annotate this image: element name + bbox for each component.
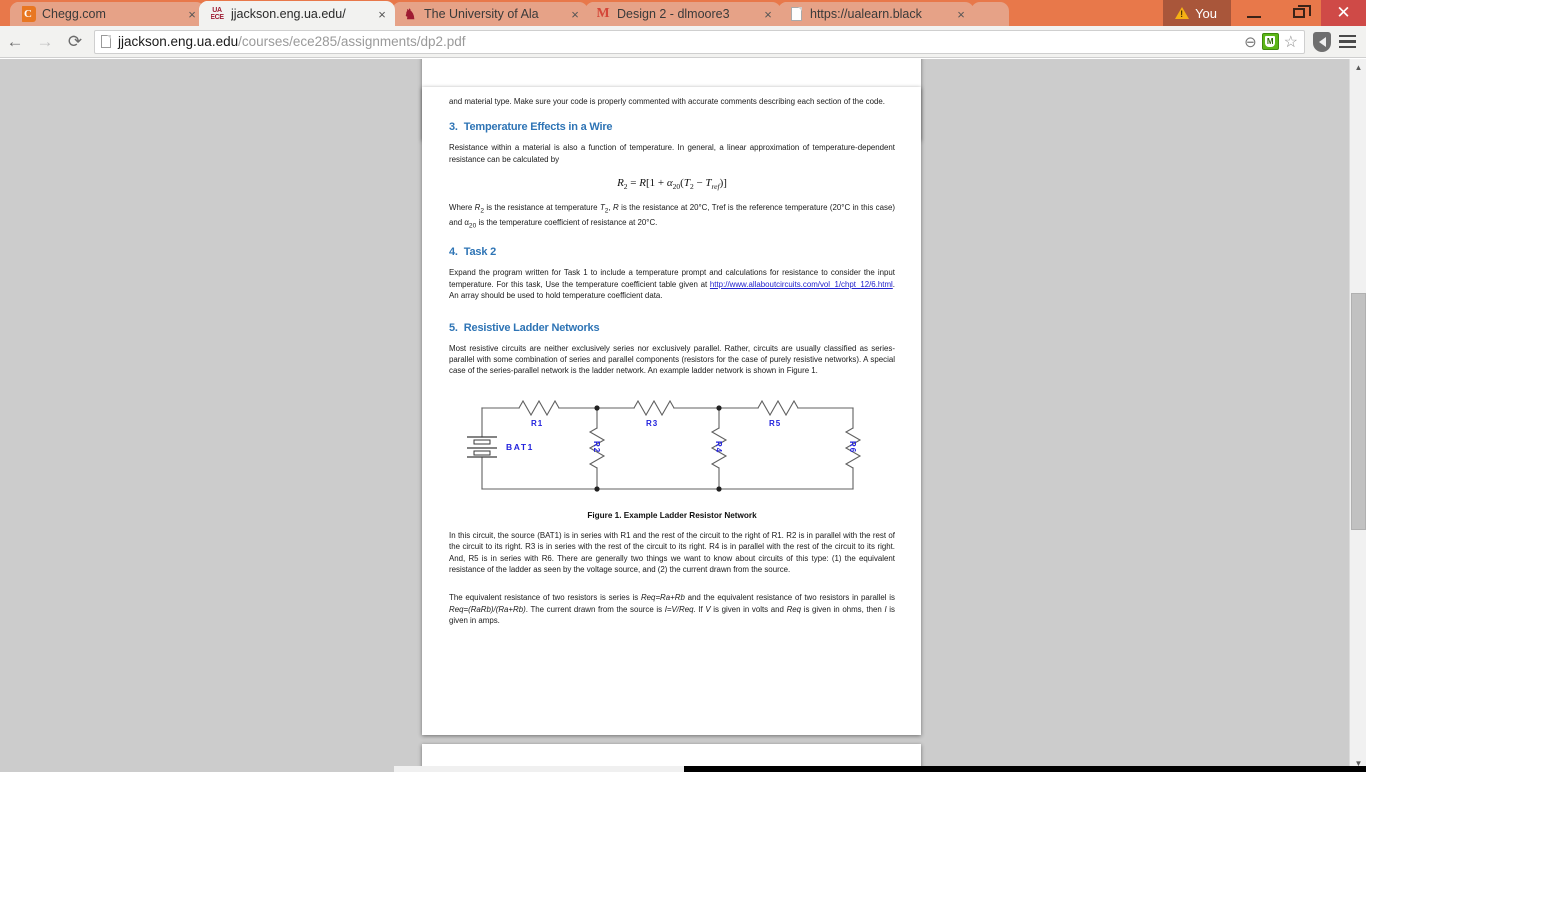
tab-title: https://ualearn.black	[810, 7, 922, 21]
section-5-body: Most resistive circuits are neither excl…	[449, 343, 895, 376]
eq-text-a: The equivalent resistance of two resisto…	[449, 593, 641, 603]
browser-tab-design2[interactable]: M Design 2 - dlmoore3 ×	[585, 2, 781, 26]
allaboutcircuits-link[interactable]: http://www.allaboutcircuits.com/vol_1/ch…	[710, 280, 893, 289]
section-4-body: Expand the program written for Task 1 to…	[449, 267, 895, 301]
eq-formula-1: Req=Ra+Rb	[640, 593, 685, 603]
section-title: Temperature Effects in a Wire	[463, 121, 613, 134]
eq-formula-3: I=V/Req	[664, 604, 694, 614]
user-profile-label: You	[1195, 5, 1217, 21]
address-bar[interactable]: jjackson.eng.ua.edu/courses/ece285/assig…	[94, 29, 1305, 54]
menu-icon[interactable]	[1339, 34, 1356, 49]
tab-title: Design 2 - dlmoore3	[617, 7, 730, 21]
section-heading-4: 4. Task 2	[449, 246, 895, 258]
chegg-logo-icon: C	[20, 6, 36, 22]
bookmark-star-icon[interactable]: ☆	[1284, 32, 1298, 52]
back-button[interactable]: ←	[0, 26, 30, 58]
section-number: 4.	[449, 246, 458, 259]
ua-elephant-icon: ♞	[403, 6, 417, 22]
forward-arrow-icon: →	[36, 31, 54, 51]
section-number: 3.	[449, 121, 458, 134]
tab-close-button[interactable]: ×	[759, 8, 777, 21]
taskbar-left-segment	[394, 766, 684, 772]
forward-button[interactable]: →	[30, 26, 60, 58]
maximize-button[interactable]	[1276, 0, 1321, 26]
user-profile-button[interactable]: You	[1163, 0, 1231, 26]
close-icon: ✕	[1336, 3, 1351, 22]
eq-formula-4: Req	[786, 604, 802, 614]
back-arrow-icon: ←	[6, 31, 24, 51]
section-heading-3: 3. Temperature Effects in a Wire	[449, 121, 895, 133]
tab-strip: C Chegg.com × UA ECE jjackson.eng.ua.edu/…	[0, 0, 1366, 27]
reload-button[interactable]: ⟳	[60, 26, 90, 58]
pdf-page-content: and material type. Make sure your code i…	[449, 96, 895, 627]
section-3-body: Resistance within a material is also a f…	[449, 143, 895, 164]
after-figure-paragraph: In this circuit, the source (BAT1) is in…	[449, 530, 895, 575]
equations-paragraph: The equivalent resistance of two resisto…	[449, 592, 895, 626]
section-3-after-formula: Where R2 is the resistance at temperatur…	[449, 203, 895, 230]
shield-icon[interactable]	[1313, 31, 1331, 52]
browser-tab-chegg[interactable]: C Chegg.com ×	[10, 2, 205, 26]
section-title: Task 2	[463, 246, 497, 259]
scrollbar-thumb[interactable]	[1351, 293, 1366, 530]
gmail-icon: M	[596, 6, 610, 21]
section-number: 5.	[449, 321, 458, 334]
url-text: jjackson.eng.ua.edu/courses/ece285/assig…	[118, 34, 1244, 49]
eq-text-f: is given in volts and	[710, 604, 787, 614]
eq-text-g: is given in ohms, then	[801, 604, 885, 614]
close-window-button[interactable]: ✕	[1321, 0, 1366, 26]
intro-paragraph: and material type. Make sure your code i…	[449, 97, 885, 106]
eq-text-d: . If	[693, 604, 706, 614]
minimize-icon	[1246, 16, 1261, 18]
mcafee-siteadvisor-icon[interactable]: M	[1261, 33, 1279, 50]
browser-tab-university[interactable]: ♞ The University of Ala ×	[392, 2, 588, 26]
eq-text-b: and the equivalent resistance of two res…	[684, 593, 895, 603]
figure-caption: Figure 1. Example Ladder Resistor Networ…	[587, 510, 757, 520]
tab-title: The University of Ala	[424, 7, 539, 21]
generic-page-icon	[788, 6, 804, 22]
maximize-icon	[1292, 5, 1311, 18]
navigation-toolbar: ← → ⟳ jjackson.eng.ua.edu/courses/ece285…	[0, 26, 1366, 58]
ladder-network-figure: R1 R3 R5 R2 R4 R6 BAT1	[449, 391, 895, 499]
reload-icon: ⟳	[67, 31, 83, 51]
minimize-button[interactable]	[1231, 0, 1276, 26]
address-bar-icons: ⊖ M ☆	[1244, 32, 1298, 52]
url-path: /courses/ece285/assignments/dp2.pdf	[238, 34, 466, 49]
browser-tab-ualearn[interactable]: https://ualearn.black ×	[778, 2, 974, 26]
tab-title: Chegg.com	[42, 7, 106, 21]
pdf-viewer: and material type. Make sure your code i…	[0, 59, 1366, 772]
ua-ece-logo-icon: UA ECE	[210, 7, 224, 21]
zoom-out-icon[interactable]: ⊖	[1244, 33, 1257, 51]
tab-close-button[interactable]: ×	[952, 8, 970, 21]
scroll-up-arrow-icon[interactable]: ▲	[1350, 59, 1367, 76]
tab-title: jjackson.eng.ua.edu/	[231, 7, 346, 21]
circuit-diagram-svg	[467, 399, 862, 492]
warning-triangle-icon	[1175, 7, 1190, 19]
browser-window: C Chegg.com × UA ECE jjackson.eng.ua.edu/…	[0, 0, 1366, 772]
window-controls: You ✕	[1163, 0, 1366, 26]
taskbar-strip	[684, 766, 1366, 772]
battery-symbol	[467, 436, 497, 458]
pdf-page-current: and material type. Make sure your code i…	[422, 87, 921, 735]
resistance-temperature-formula: R2 = R[1 + α20(T2 − Tref)]	[617, 177, 727, 192]
section-title: Resistive Ladder Networks	[463, 321, 600, 334]
section-heading-5: 5. Resistive Ladder Networks	[449, 322, 895, 334]
tab-close-button[interactable]: ×	[566, 8, 584, 21]
eq-text-c: . The current drawn from the source is	[525, 604, 665, 614]
vertical-scrollbar[interactable]: ▲ ▼	[1349, 59, 1366, 772]
page-info-icon	[101, 35, 111, 48]
new-tab-button[interactable]	[971, 2, 1009, 26]
eq-formula-2: Req=(RaRb)/(Ra+Rb)	[449, 604, 526, 614]
browser-tab-jjackson[interactable]: UA ECE jjackson.eng.ua.edu/ ×	[199, 1, 395, 27]
tab-close-button[interactable]: ×	[373, 8, 391, 21]
url-host: jjackson.eng.ua.edu	[118, 34, 239, 49]
